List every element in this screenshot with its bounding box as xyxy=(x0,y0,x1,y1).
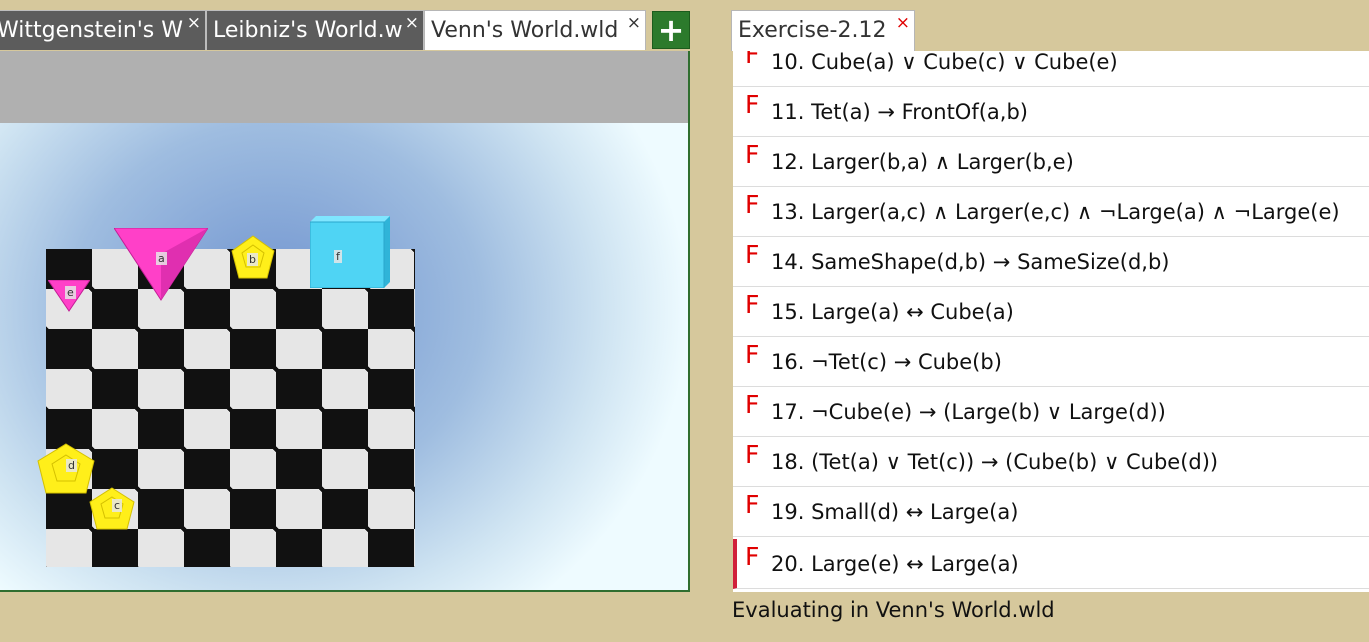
sentence-text: 15. Large(a) ↔ Cube(a) xyxy=(771,300,1014,324)
truth-value: F xyxy=(745,290,760,319)
sentence-text: 11. Tet(a) → FrontOf(a,b) xyxy=(771,100,1028,124)
tab-venns-world[interactable]: Venn's World.wld × xyxy=(424,10,646,50)
sentence-row[interactable]: F 13. Larger(a,c) ∧ Larger(e,c) ∧ ¬Large… xyxy=(733,187,1369,237)
sentence-row[interactable]: F 12. Larger(b,a) ∧ Larger(b,e) xyxy=(733,137,1369,187)
sentence-text: 18. (Tet(a) ∨ Tet(c)) → (Cube(b) ∨ Cube(… xyxy=(771,450,1219,474)
truth-value: F xyxy=(745,542,760,571)
world-object-b[interactable]: b xyxy=(230,235,276,281)
sentence-row-selected[interactable]: F 20. Large(e) ↔ Large(a) xyxy=(733,539,1369,589)
truth-value: F xyxy=(745,390,760,419)
truth-value: F xyxy=(745,240,760,269)
world-object-a[interactable]: a xyxy=(113,227,209,301)
sentence-row[interactable]: F 17. ¬Cube(e) → (Large(b) ∨ Large(d)) xyxy=(733,387,1369,437)
sentence-text: 13. Larger(a,c) ∧ Larger(e,c) ∧ ¬Large(a… xyxy=(771,200,1340,224)
world-scene: a e b f d c xyxy=(0,123,688,590)
sentence-text: 16. ¬Tet(c) → Cube(b) xyxy=(771,350,1002,374)
object-label: a xyxy=(156,252,167,265)
sentence-text: 12. Larger(b,a) ∧ Larger(b,e) xyxy=(771,150,1074,174)
world-object-f[interactable]: f xyxy=(309,216,392,289)
sentence-row[interactable]: F 19. Small(d) ↔ Large(a) xyxy=(733,487,1369,537)
close-icon[interactable]: × xyxy=(187,11,201,43)
object-label: e xyxy=(65,286,76,299)
truth-value: F xyxy=(745,90,760,119)
tab-wittgensteins-world[interactable]: Wittgenstein's W × xyxy=(0,10,206,50)
object-label: f xyxy=(334,250,342,263)
truth-value: F xyxy=(745,490,760,519)
add-world-button[interactable]: + xyxy=(652,11,690,49)
sentence-list: F 10. Cube(a) ∨ Cube(c) ∨ Cube(e) F 11. … xyxy=(733,51,1369,592)
truth-value: F xyxy=(745,140,760,169)
status-text: Evaluating in Venn's World.wld xyxy=(732,598,1055,622)
sentence-row[interactable]: F 18. (Tet(a) ∨ Tet(c)) → (Cube(b) ∨ Cub… xyxy=(733,437,1369,487)
world-toolbar xyxy=(0,51,688,123)
sentence-row[interactable]: F 11. Tet(a) → FrontOf(a,b) xyxy=(733,87,1369,137)
tab-leibniz-world[interactable]: Leibniz's World.w × xyxy=(206,10,424,50)
sentence-row[interactable]: F 15. Large(a) ↔ Cube(a) xyxy=(733,287,1369,337)
close-icon[interactable]: × xyxy=(627,11,641,43)
sentence-row[interactable]: F 14. SameShape(d,b) → SameSize(d,b) xyxy=(733,237,1369,287)
sentence-text: 17. ¬Cube(e) → (Large(b) ∨ Large(d)) xyxy=(771,400,1166,424)
tab-label: Venn's World.wld xyxy=(431,18,619,43)
sentence-text: 14. SameShape(d,b) → SameSize(d,b) xyxy=(771,250,1170,274)
truth-value: F xyxy=(745,190,760,219)
sentence-text: 20. Large(e) ↔ Large(a) xyxy=(771,552,1019,576)
world-panel: a e b f d c xyxy=(0,51,690,592)
close-icon[interactable]: × xyxy=(896,3,910,43)
close-icon[interactable]: × xyxy=(405,11,419,43)
tab-label: Leibniz's World.w xyxy=(213,18,403,43)
truth-value: F xyxy=(745,440,760,469)
sentence-text: 10. Cube(a) ∨ Cube(c) ∨ Cube(e) xyxy=(771,51,1118,74)
sentence-row[interactable]: F 10. Cube(a) ∨ Cube(c) ∨ Cube(e) xyxy=(733,51,1369,87)
object-label: b xyxy=(247,253,258,266)
tab-exercise[interactable]: Exercise-2.12 × xyxy=(731,10,915,51)
object-label: c xyxy=(112,499,123,512)
world-object-e[interactable]: e xyxy=(47,279,91,312)
tab-label: Wittgenstein's W xyxy=(0,18,184,43)
truth-value: F xyxy=(745,51,760,69)
sentence-text: 19. Small(d) ↔ Large(a) xyxy=(771,500,1019,524)
cube-shape xyxy=(309,216,390,289)
tab-label: Exercise-2.12 xyxy=(738,18,887,43)
world-object-d[interactable]: d xyxy=(36,443,96,495)
world-object-c[interactable]: c xyxy=(88,487,136,531)
truth-value: F xyxy=(745,340,760,369)
object-label: d xyxy=(66,459,77,472)
sentence-row[interactable]: F 16. ¬Tet(c) → Cube(b) xyxy=(733,337,1369,387)
